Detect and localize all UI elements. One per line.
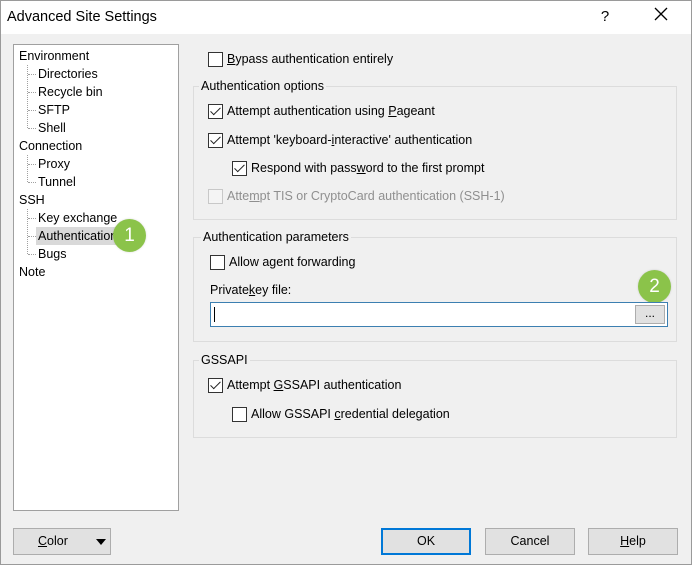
tree-item-directories[interactable]: Directories xyxy=(38,65,98,83)
tree-item-key-exchange[interactable]: Key exchange xyxy=(38,209,117,227)
title-bar: Advanced Site Settings ? xyxy=(1,1,691,34)
gssapi-attempt-checkbox[interactable]: Attempt GSSAPI authentication xyxy=(208,376,401,394)
tree-item-sftp[interactable]: SFTP xyxy=(38,101,70,119)
window-title: Advanced Site Settings xyxy=(7,9,157,25)
gssapi-group xyxy=(193,360,677,438)
keyboard-interactive-label: Attempt 'keyboard-interactive' authentic… xyxy=(227,133,473,147)
text-caret xyxy=(214,307,215,322)
help-button-label: Help xyxy=(620,534,646,548)
browse-key-button[interactable]: ... xyxy=(635,305,665,324)
tree-item-ssh[interactable]: SSH xyxy=(19,191,45,209)
tree-connector xyxy=(28,164,36,165)
tree-item-proxy[interactable]: Proxy xyxy=(38,155,70,173)
close-icon[interactable] xyxy=(647,5,675,29)
settings-tree[interactable]: Environment Directories Recycle bin SFTP… xyxy=(13,44,179,511)
tree-item-note[interactable]: Note xyxy=(19,263,45,281)
tree-connector xyxy=(28,182,36,183)
tree-item-shell[interactable]: Shell xyxy=(38,119,66,137)
keyboard-interactive-checkbox[interactable]: Attempt 'keyboard-interactive' authentic… xyxy=(208,131,472,149)
pageant-label: Attempt authentication using Pageant xyxy=(227,104,435,118)
respond-password-label: Respond with password to the first promp… xyxy=(251,161,485,175)
callout-badge-2: 2 xyxy=(638,270,671,303)
keyboard-interactive-checkbox-box[interactable] xyxy=(208,132,223,148)
tree-connector xyxy=(27,209,28,254)
tree-connector xyxy=(28,236,36,237)
tis-cryptocard-checkbox-box xyxy=(208,188,223,204)
tree-item-bugs[interactable]: Bugs xyxy=(38,245,67,263)
tree-connector xyxy=(28,218,36,219)
bypass-auth-checkbox-box[interactable] xyxy=(208,51,223,67)
gssapi-attempt-checkbox-box[interactable] xyxy=(208,377,223,393)
private-key-label: Private k ey file: xyxy=(210,283,292,297)
agent-forwarding-checkbox-box[interactable] xyxy=(210,254,225,270)
tree-item-tunnel[interactable]: Tunnel xyxy=(38,173,76,191)
bypass-auth-label: Bypass authentication entirely xyxy=(227,52,394,66)
agent-forwarding-checkbox[interactable]: Allow agent forwarding xyxy=(210,253,355,271)
bypass-auth-checkbox[interactable]: Bypass authentication entirely xyxy=(208,50,393,68)
agent-forwarding-label: Allow agent forwarding xyxy=(229,255,356,269)
auth-options-title: Authentication options xyxy=(199,79,327,93)
pageant-checkbox-box[interactable] xyxy=(208,103,223,119)
tree-item-recycle-bin[interactable]: Recycle bin xyxy=(38,83,103,101)
gssapi-title: GSSAPI xyxy=(199,353,250,367)
tree-connector xyxy=(28,128,36,129)
gssapi-delegation-checkbox-box[interactable] xyxy=(232,406,247,422)
callout-badge-1: 1 xyxy=(113,219,146,252)
tree-connector xyxy=(28,74,36,75)
private-key-input[interactable] xyxy=(210,302,668,327)
tree-connector xyxy=(28,254,36,255)
tree-item-environment[interactable]: Environment xyxy=(19,47,89,65)
tree-connector xyxy=(28,92,36,93)
ok-button[interactable]: OK xyxy=(381,528,471,555)
gssapi-delegation-checkbox[interactable]: Allow GSSAPI credential delegation xyxy=(232,405,450,423)
color-dropdown-button[interactable]: Color xyxy=(13,528,111,555)
pageant-checkbox[interactable]: Attempt authentication using Pageant xyxy=(208,102,435,120)
gssapi-attempt-label: Attempt GSSAPI authentication xyxy=(227,378,402,392)
auth-params-title: Authentication parameters xyxy=(201,230,351,244)
help-button[interactable]: Help xyxy=(588,528,678,555)
tree-item-connection[interactable]: Connection xyxy=(19,137,82,155)
gssapi-delegation-label: Allow GSSAPI credential delegation xyxy=(251,407,450,421)
cancel-button[interactable]: Cancel xyxy=(485,528,575,555)
tis-cryptocard-checkbox: Attempt TIS or CryptoCard authentication… xyxy=(208,187,505,205)
tis-cryptocard-label: Attempt TIS or CryptoCard authentication… xyxy=(227,189,505,203)
respond-password-checkbox-box[interactable] xyxy=(232,160,247,176)
advanced-site-settings-dialog: Advanced Site Settings ? Environment Dir… xyxy=(0,0,692,565)
dropdown-arrow-icon xyxy=(96,539,106,545)
help-icon[interactable]: ? xyxy=(593,5,617,29)
tree-connector xyxy=(27,155,28,182)
respond-password-checkbox[interactable]: Respond with password to the first promp… xyxy=(232,159,484,177)
tree-item-authentication[interactable]: Authentication xyxy=(36,227,120,245)
tree-connector xyxy=(28,110,36,111)
color-button-label: Color xyxy=(38,534,68,548)
